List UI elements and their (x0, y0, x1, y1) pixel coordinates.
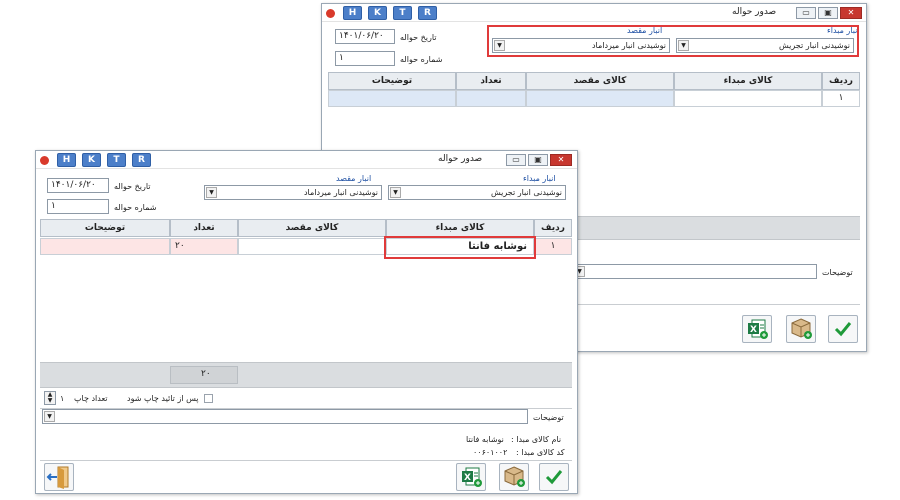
back-header-qty: تعداد (456, 72, 526, 90)
front-source-code-value: ۰۰۶۰۱۰۰۲ (473, 448, 508, 457)
front-h-button[interactable]: H (57, 153, 76, 167)
back-r-button[interactable]: R (418, 6, 437, 20)
front-header-qty: تعداد (170, 219, 238, 237)
back-cell-qty[interactable] (456, 90, 526, 107)
back-h-button[interactable]: H (343, 6, 362, 20)
package-icon (791, 318, 812, 339)
back-box-button[interactable] (786, 315, 816, 343)
front-cell-row: ۱ (534, 238, 572, 255)
front-print-count-value[interactable]: ۱ (60, 394, 64, 403)
front-total-bar (40, 362, 572, 388)
back-desc-label: توضیحات (822, 268, 853, 277)
front-box-button[interactable] (499, 463, 529, 491)
back-title-bar: H K T R صدور حواله ▭ ▣ ✕ (322, 4, 866, 22)
front-after-confirm-label: پس از تائید چاپ شود (127, 394, 199, 403)
back-header-row: ردیف (822, 72, 860, 90)
front-close-button[interactable]: ✕ (550, 154, 572, 166)
front-header-row: ردیف (534, 219, 572, 237)
front-restore-button[interactable]: ▣ (528, 154, 548, 166)
front-desc-select[interactable]: ▼ (42, 409, 528, 424)
front-header-desc: توضیحات (40, 219, 170, 237)
back-number-label: شماره حواله (400, 55, 443, 64)
back-cell-dest-item[interactable] (526, 90, 674, 107)
back-excel-button[interactable]: X (742, 315, 772, 343)
excel-icon: X (748, 319, 768, 339)
front-exit-button[interactable] (44, 463, 74, 491)
front-desc-dropdown-icon[interactable]: ▼ (44, 411, 55, 422)
front-source-store-select[interactable]: ▼ نوشیدنی انبار تجریش (388, 185, 566, 200)
front-k-button[interactable]: K (82, 153, 101, 167)
front-source-item-highlight (384, 236, 536, 259)
back-restore-button[interactable]: ▣ (818, 7, 838, 19)
front-source-name-value: نوشابه فانتا (466, 435, 504, 444)
back-minimize-button[interactable]: ▭ (796, 7, 816, 19)
back-number-field[interactable]: ۱ (335, 51, 395, 66)
back-cell-source-item[interactable] (674, 90, 822, 107)
back-app-dot-icon (326, 9, 335, 18)
back-t-button[interactable]: T (393, 6, 412, 20)
excel-icon: X (462, 467, 482, 487)
svg-text:X: X (750, 325, 757, 335)
front-minimize-button[interactable]: ▭ (506, 154, 526, 166)
front-print-count-label: تعداد چاپ (74, 394, 108, 403)
back-header-desc: توضیحات (328, 72, 456, 90)
front-total-qty: ۲۰ (170, 366, 238, 384)
front-confirm-button[interactable] (539, 463, 569, 491)
front-print-stepper[interactable]: ▲ ▼ (44, 391, 56, 405)
front-app-dot-icon (40, 156, 49, 165)
front-cell-qty[interactable]: ۲۰ (170, 238, 238, 255)
back-header-dest-item: کالای مقصد (526, 72, 674, 90)
back-header-source-item: کالای مبداء (674, 72, 822, 90)
front-source-dropdown-icon[interactable]: ▼ (390, 187, 401, 198)
exit-door-icon (46, 466, 69, 489)
front-dest-dropdown-icon[interactable]: ▼ (206, 187, 217, 198)
front-after-confirm-checkbox[interactable] (204, 394, 213, 403)
front-source-code-label: کد کالای مبدا : (516, 448, 565, 457)
front-date-label: تاریخ حواله (114, 182, 151, 191)
back-date-label: تاریخ حواله (400, 33, 437, 42)
back-cell-row: ۱ (822, 90, 860, 107)
front-cell-dest-item[interactable] (238, 238, 386, 255)
front-divider-2 (40, 460, 572, 461)
front-number-field[interactable]: ۱ (47, 199, 109, 214)
front-dest-store-select[interactable]: ▼ نوشیدنی انبار میرداماد (204, 185, 382, 200)
front-window: H K T R صدور حواله ▭ ▣ ✕ ۱۴۰۱/۰۶/۲۰ تاری… (35, 150, 578, 494)
back-stores-highlight (487, 25, 859, 57)
back-k-button[interactable]: K (368, 6, 387, 20)
front-source-name-label: نام کالای مبدا : (511, 435, 562, 444)
front-title-bar: H K T R صدور حواله ▭ ▣ ✕ (36, 151, 577, 169)
package-icon (504, 466, 525, 487)
back-window-title: صدور حواله (732, 7, 777, 17)
back-date-field[interactable]: ۱۴۰۱/۰۶/۲۰ (335, 29, 395, 44)
front-excel-button[interactable]: X (456, 463, 486, 491)
front-t-button[interactable]: T (107, 153, 126, 167)
svg-text:X: X (464, 473, 471, 483)
front-cell-desc[interactable] (40, 238, 170, 255)
front-date-field[interactable]: ۱۴۰۱/۰۶/۲۰ (47, 178, 109, 193)
front-number-label: شماره حواله (114, 203, 157, 212)
back-confirm-button[interactable] (828, 315, 858, 343)
back-close-button[interactable]: ✕ (840, 7, 862, 19)
back-desc-select[interactable]: ▼ (572, 264, 817, 279)
front-r-button[interactable]: R (132, 153, 151, 167)
front-desc-label: توضیحات (533, 413, 564, 422)
front-dest-store-label: انبار مقصد (336, 174, 372, 183)
back-cell-desc[interactable] (328, 90, 456, 107)
front-source-store-value: نوشیدنی انبار تجریش (490, 188, 562, 197)
front-window-title: صدور حواله (438, 154, 483, 164)
front-dest-store-value: نوشیدنی انبار میرداماد (303, 188, 378, 197)
checkmark-icon (545, 470, 563, 485)
checkmark-icon (834, 322, 852, 337)
front-header-dest-item: کالای مقصد (238, 219, 386, 237)
front-source-store-label: انبار مبداء (523, 174, 556, 183)
front-header-source-item: کالای مبداء (386, 219, 534, 237)
